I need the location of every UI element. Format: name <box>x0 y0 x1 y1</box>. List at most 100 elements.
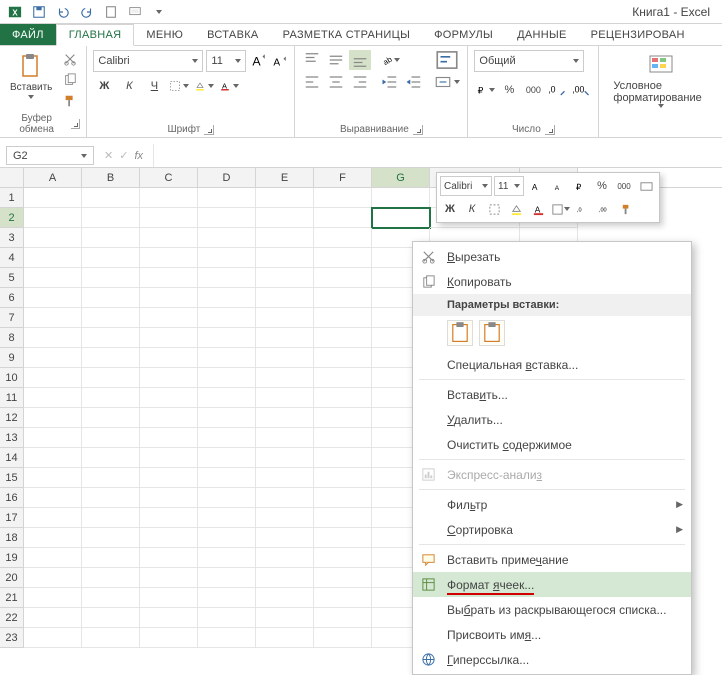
paste-button[interactable]: Вставить <box>6 50 56 101</box>
cell[interactable] <box>256 548 314 568</box>
cell[interactable] <box>198 268 256 288</box>
cell[interactable] <box>140 308 198 328</box>
cell[interactable] <box>24 348 82 368</box>
column-header[interactable]: G <box>372 168 430 187</box>
cell[interactable] <box>82 388 140 408</box>
cell[interactable] <box>24 568 82 588</box>
ctx-sort[interactable]: Сортировка ▶ <box>413 517 691 542</box>
row-header[interactable]: 6 <box>0 288 24 308</box>
tab-insert[interactable]: ВСТАВКА <box>195 24 270 45</box>
ctx-copy[interactable]: Копировать <box>413 269 691 294</box>
row-header[interactable]: 9 <box>0 348 24 368</box>
cell[interactable] <box>82 308 140 328</box>
cell[interactable] <box>24 308 82 328</box>
cell[interactable] <box>140 588 198 608</box>
cell[interactable] <box>140 388 198 408</box>
mini-bold-icon[interactable]: Ж <box>440 199 460 219</box>
cell[interactable] <box>256 408 314 428</box>
cell[interactable] <box>140 228 198 248</box>
cell[interactable] <box>256 208 314 228</box>
cell[interactable] <box>82 348 140 368</box>
align-middle-icon[interactable] <box>325 50 347 70</box>
cancel-formula-icon[interactable]: ✕ <box>104 149 113 162</box>
cell[interactable] <box>256 228 314 248</box>
copy-icon[interactable] <box>60 71 80 89</box>
cell[interactable] <box>256 628 314 648</box>
save-icon[interactable] <box>28 2 50 22</box>
column-header[interactable]: F <box>314 168 372 187</box>
ctx-filter[interactable]: Фильтр ▶ <box>413 492 691 517</box>
cell[interactable] <box>314 608 372 628</box>
cell[interactable] <box>82 468 140 488</box>
cell[interactable] <box>256 588 314 608</box>
cell[interactable] <box>256 268 314 288</box>
cell[interactable] <box>256 508 314 528</box>
cell[interactable] <box>24 388 82 408</box>
cell[interactable] <box>198 608 256 628</box>
row-header[interactable]: 19 <box>0 548 24 568</box>
comma-format-icon[interactable]: 000 <box>522 80 544 100</box>
cell[interactable] <box>198 628 256 648</box>
cell[interactable] <box>256 388 314 408</box>
merge-center-icon[interactable] <box>433 72 461 92</box>
cell[interactable] <box>140 288 198 308</box>
cell[interactable] <box>314 328 372 348</box>
row-header[interactable]: 11 <box>0 388 24 408</box>
tab-data[interactable]: ДАННЫЕ <box>505 24 579 45</box>
align-top-icon[interactable] <box>301 50 323 70</box>
cell[interactable] <box>82 368 140 388</box>
tab-review[interactable]: РЕЦЕНЗИРОВАН <box>579 24 697 45</box>
accounting-format-icon[interactable]: ₽ <box>474 80 496 100</box>
row-header[interactable]: 7 <box>0 308 24 328</box>
cell[interactable] <box>314 508 372 528</box>
tab-menu[interactable]: Меню <box>134 24 195 45</box>
cell[interactable] <box>82 328 140 348</box>
align-center-icon[interactable] <box>325 72 347 92</box>
cell[interactable] <box>256 528 314 548</box>
cell[interactable] <box>198 328 256 348</box>
cell[interactable] <box>256 248 314 268</box>
mini-font-combo[interactable]: Calibri <box>440 176 492 196</box>
cell[interactable] <box>314 408 372 428</box>
qat-customize-icon[interactable] <box>148 2 170 22</box>
align-bottom-icon[interactable] <box>349 50 371 70</box>
redo-icon[interactable] <box>76 2 98 22</box>
cell[interactable] <box>314 228 372 248</box>
mini-size-combo[interactable]: 11 <box>494 176 524 196</box>
wrap-text-icon[interactable] <box>433 50 461 70</box>
cell[interactable] <box>24 288 82 308</box>
fill-color-button[interactable] <box>193 76 215 96</box>
paste-default-icon[interactable] <box>447 320 473 346</box>
cell[interactable] <box>314 548 372 568</box>
cell[interactable] <box>24 248 82 268</box>
cell[interactable] <box>198 208 256 228</box>
cell[interactable] <box>198 348 256 368</box>
cell[interactable] <box>140 468 198 488</box>
align-left-icon[interactable] <box>301 72 323 92</box>
mini-fill-color-icon[interactable] <box>506 199 526 219</box>
row-header[interactable]: 17 <box>0 508 24 528</box>
cell[interactable] <box>140 248 198 268</box>
accept-formula-icon[interactable]: ✓ <box>119 149 128 162</box>
row-header[interactable]: 10 <box>0 368 24 388</box>
cell[interactable] <box>314 388 372 408</box>
paste-values-icon[interactable] <box>479 320 505 346</box>
cell[interactable] <box>314 448 372 468</box>
ctx-delete[interactable]: Удалить... <box>413 407 691 432</box>
row-header[interactable]: 4 <box>0 248 24 268</box>
cell[interactable] <box>198 188 256 208</box>
font-dialog-launcher[interactable] <box>204 125 214 135</box>
decrease-decimal-icon[interactable]: ,00 <box>570 80 592 100</box>
cell[interactable] <box>198 448 256 468</box>
cell[interactable] <box>24 328 82 348</box>
cell[interactable] <box>24 588 82 608</box>
mini-increase-decimal-icon[interactable]: ,0 <box>572 199 592 219</box>
column-header[interactable]: E <box>256 168 314 187</box>
cell[interactable] <box>140 488 198 508</box>
mini-merge-icon[interactable] <box>636 176 656 196</box>
cell[interactable] <box>24 208 82 228</box>
cell[interactable] <box>256 468 314 488</box>
cell[interactable] <box>198 308 256 328</box>
mini-format-painter-icon[interactable] <box>616 199 636 219</box>
select-all-corner[interactable] <box>0 168 24 187</box>
